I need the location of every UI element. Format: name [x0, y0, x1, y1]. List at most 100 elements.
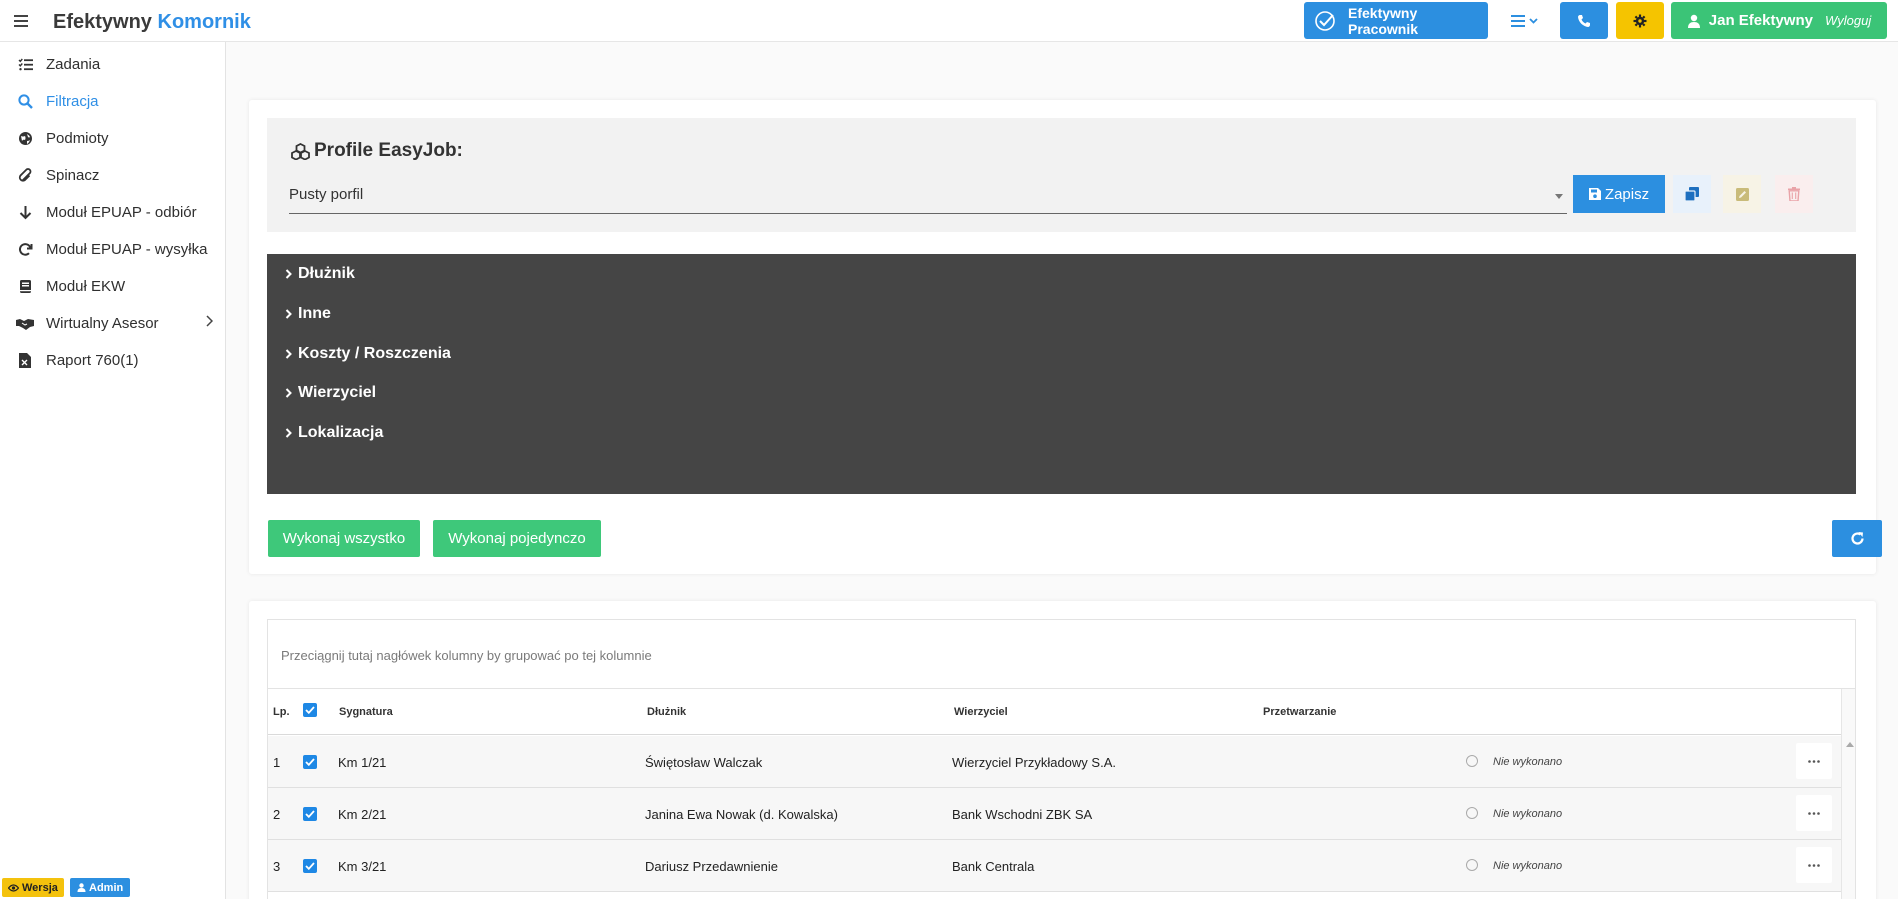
logout-link[interactable]: Wyloguj	[1825, 13, 1871, 28]
top-bar: Efektywny Komornik Efektywny Pracownik J…	[0, 0, 1898, 42]
row-checkbox[interactable]	[303, 807, 317, 821]
accordion-koszty-roszczenia[interactable]: Koszty / Roszczenia	[285, 339, 451, 369]
sidebar-item-label: Moduł EKW	[46, 277, 126, 295]
cell-status: Nie wykonano	[1493, 808, 1563, 820]
efektywny-pracownik-button[interactable]: Efektywny Pracownik	[1304, 2, 1488, 39]
row-checkbox[interactable]	[303, 755, 317, 769]
cell-lp: 3	[273, 859, 281, 874]
book-icon	[16, 277, 34, 295]
chevron-right-icon	[285, 349, 292, 359]
list-icon	[1510, 14, 1525, 27]
tasks-icon	[16, 55, 34, 73]
profile-select[interactable]: Pusty porfil	[289, 178, 1567, 214]
column-header-wierzyciel[interactable]: Wierzyciel	[954, 706, 1008, 718]
sidebar-item-label: Spinacz	[46, 166, 100, 184]
pracownik-label: Efektywny Pracownik	[1348, 4, 1419, 37]
user-button[interactable]: Jan Efektywny Wyloguj	[1671, 2, 1887, 39]
row-more-button[interactable]	[1796, 743, 1832, 779]
refresh-button[interactable]	[1832, 520, 1882, 557]
processing-radio[interactable]	[1466, 859, 1478, 871]
cell-sygnatura: Km 2/21	[338, 807, 387, 822]
cell-lp: 1	[273, 755, 281, 770]
sidebar-item-raport[interactable]: Raport 760(1)	[0, 338, 225, 382]
version-label: Wersja	[22, 881, 58, 894]
accordion-inne[interactable]: Inne	[285, 299, 331, 329]
user-name: Jan Efektywny	[1708, 12, 1813, 29]
gear-icon	[1633, 14, 1647, 28]
grid-header: Lp. Sygnatura Dłużnik Wierzyciel Przetwa…	[268, 689, 1841, 735]
accordion-lokalizacja[interactable]: Lokalizacja	[285, 418, 383, 448]
cell-lp: 2	[273, 807, 281, 822]
group-by-drop-area[interactable]: Przeciągnij tutaj nagłówek kolumny by gr…	[268, 620, 1855, 689]
row-checkbox[interactable]	[303, 859, 317, 873]
chevron-right-icon	[285, 428, 292, 438]
settings-button[interactable]	[1616, 2, 1664, 39]
admin-badge[interactable]: Admin	[70, 878, 131, 897]
column-header-lp[interactable]: Lp.	[273, 706, 290, 718]
chevron-right-icon	[206, 315, 213, 327]
sidebar-item-label: Wirtualny Asesor	[46, 314, 159, 332]
save-profile-button[interactable]: Zapisz	[1573, 175, 1665, 213]
arrow-down-icon	[16, 203, 34, 221]
accordion-dluznik[interactable]: Dłużnik	[285, 259, 355, 289]
eye-icon	[8, 883, 19, 892]
results-grid: Przeciągnij tutaj nagłówek kolumny by gr…	[267, 619, 1856, 899]
brand-main: Efektywny	[53, 11, 152, 33]
user-icon	[1687, 14, 1701, 28]
refresh-icon	[1850, 531, 1865, 546]
cell-dluznik: Janina Ewa Nowak (d. Kowalska)	[645, 807, 838, 822]
sidebar-item-label: Moduł EPUAP - odbiór	[46, 203, 197, 221]
phone-button[interactable]	[1560, 2, 1608, 39]
processing-radio[interactable]	[1466, 807, 1478, 819]
list-dropdown-button[interactable]	[1500, 2, 1548, 39]
cell-status: Nie wykonano	[1493, 756, 1563, 768]
excel-file-icon	[16, 351, 34, 369]
sidebar-item-label: Moduł EPUAP - wysyłka	[46, 240, 208, 258]
scroll-up-arrow-icon[interactable]	[1846, 742, 1854, 747]
table-row[interactable]: 1 Km 1/21 Świętosław Walczak Wierzyciel …	[268, 736, 1841, 788]
accordion-wierzyciel[interactable]: Wierzyciel	[285, 378, 376, 408]
table-row[interactable]: 3 Km 3/21 Dariusz Przedawnienie Bank Cen…	[268, 840, 1841, 892]
cell-wierzyciel: Bank Wschodni ZBK SA	[952, 807, 1093, 822]
delete-profile-button[interactable]	[1775, 175, 1813, 213]
redo-icon	[16, 240, 34, 258]
select-all-checkbox[interactable]	[303, 703, 317, 717]
check-circle-icon	[1314, 10, 1336, 32]
sidebar-item-label: Zadania	[46, 55, 101, 73]
grid-scrollbar[interactable]	[1841, 689, 1855, 899]
run-all-button[interactable]: Wykonaj wszystko	[268, 520, 420, 557]
results-card: Przeciągnij tutaj nagłówek kolumny by gr…	[249, 601, 1876, 899]
row-more-button[interactable]	[1796, 795, 1832, 831]
copy-icon	[1685, 187, 1699, 201]
handshake-icon	[16, 314, 34, 332]
app-logo[interactable]: Efektywny Komornik	[53, 11, 251, 34]
chevron-right-icon	[285, 309, 292, 319]
accordion-label: Dłużnik	[298, 265, 355, 282]
row-more-button[interactable]	[1796, 847, 1832, 883]
checkbox-checked-icon	[303, 755, 317, 769]
hamburger-menu-icon[interactable]	[14, 15, 28, 27]
search-icon	[16, 92, 34, 110]
column-header-sygnatura[interactable]: Sygnatura	[339, 706, 393, 718]
checkbox-checked-icon	[303, 807, 317, 821]
main-content: Profile EasyJob: Pusty porfil Zapisz Dłu…	[226, 42, 1898, 899]
version-badge[interactable]: Wersja	[2, 878, 64, 897]
accordion-label: Lokalizacja	[298, 424, 384, 441]
checkbox-checked-icon	[303, 859, 317, 873]
user-icon	[77, 883, 86, 892]
cell-sygnatura: Km 3/21	[338, 859, 387, 874]
profile-selected-value: Pusty porfil	[289, 186, 364, 203]
processing-radio[interactable]	[1466, 755, 1478, 767]
column-header-dluznik[interactable]: Dłużnik	[647, 706, 686, 718]
chevron-right-icon	[285, 269, 292, 279]
copy-profile-button[interactable]	[1673, 175, 1711, 213]
sidebar-item-label: Raport 760(1)	[46, 351, 139, 369]
edit-profile-button[interactable]	[1723, 175, 1761, 213]
run-single-button[interactable]: Wykonaj pojedynczo	[433, 520, 601, 557]
chevron-right-icon	[285, 388, 292, 398]
save-icon	[1588, 188, 1601, 200]
column-header-przetwarzanie[interactable]: Przetwarzanie	[1263, 706, 1336, 718]
cell-status: Nie wykonano	[1493, 860, 1563, 872]
caret-down-icon	[1555, 194, 1563, 199]
table-row[interactable]: 2 Km 2/21 Janina Ewa Nowak (d. Kowalska)…	[268, 788, 1841, 840]
